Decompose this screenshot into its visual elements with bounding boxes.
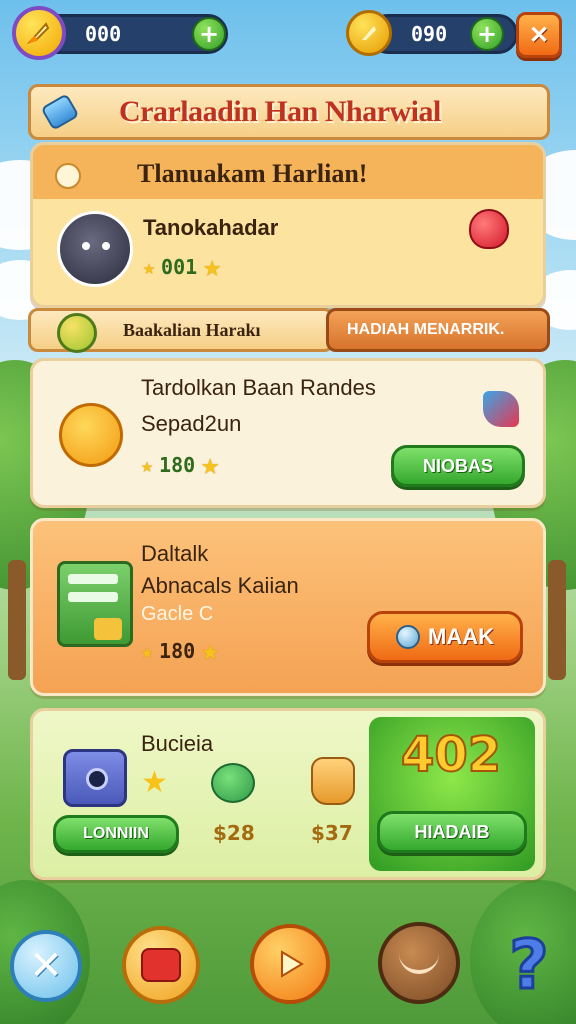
mission-title: Tardolkan Baan Randes: [141, 375, 376, 400]
star-icon: ★: [203, 249, 222, 284]
shop-price-2: $37: [311, 821, 353, 845]
close-icon: ✕: [29, 943, 63, 989]
task-item-name: Tanokahadar: [143, 215, 279, 240]
ticket-book-icon: [57, 561, 133, 647]
star-icon: ★: [141, 452, 154, 477]
help-button[interactable]: ?: [494, 924, 564, 1006]
main-title-banner: Crarlaadin Han Nharwial: [28, 84, 550, 140]
mission-button-label: NIOBAS: [422, 455, 493, 476]
mission-button[interactable]: NIOBAS: [391, 445, 525, 487]
help-icon: ?: [508, 924, 550, 1006]
shop-feature-panel: 402 HIADAIB: [369, 717, 535, 871]
camera-button[interactable]: [122, 926, 200, 1004]
add-currency-right-button[interactable]: +: [470, 17, 504, 51]
mission-points: ★ 180 ★: [141, 447, 219, 482]
shop-left-button-label: LONNIIN: [83, 825, 149, 842]
daily-points: ★ 180 ★: [141, 633, 219, 668]
page-title: Crarlaadin Han Nharwial: [119, 95, 441, 128]
coin-icon: [57, 313, 97, 353]
task-points: ★ 001 ★: [143, 249, 221, 284]
face-icon: [399, 952, 439, 974]
daily-title: Daltalk: [141, 541, 209, 566]
plus-icon: +: [476, 20, 498, 48]
shop-card: Bucieia ★ LONNIIN $28 $37 402 HIADAIB: [30, 708, 546, 880]
mission-subtitle: Sepad2un: [141, 411, 242, 436]
task-header: Tlanuakam Harlian!: [137, 159, 368, 188]
add-currency-left-button[interactable]: +: [192, 17, 226, 51]
star-icon: ★: [141, 765, 168, 800]
shop-title: Bucieia: [141, 731, 214, 756]
paint-icon: [483, 391, 519, 427]
shop-right-button-label: HIADAIB: [414, 821, 490, 842]
tab-rewards-right[interactable]: HADIAH MENARRIK.: [326, 308, 550, 352]
close-icon: ✕: [528, 21, 550, 49]
shop-price-1: $28: [213, 821, 255, 845]
daily-points-value: 180: [159, 638, 196, 663]
close-button[interactable]: ✕: [10, 930, 82, 1002]
camera-icon: [63, 749, 127, 807]
mission-points-value: 180: [159, 452, 196, 477]
creature-icon: [211, 763, 255, 803]
tab-rewards-left[interactable]: Baakalian Harakı: [28, 308, 334, 353]
strawberry-icon: [469, 209, 509, 249]
daily-button-label: MAAK: [428, 624, 494, 649]
daily-button[interactable]: MAAK: [367, 611, 523, 663]
clock-icon: [55, 163, 81, 189]
camera-icon: [141, 948, 181, 982]
star-icon: ★: [143, 254, 156, 279]
plus-icon: +: [198, 20, 220, 48]
honey-pot-icon: [311, 757, 355, 805]
currency-left-value: 000: [85, 22, 122, 46]
task-points-value: 001: [161, 254, 198, 279]
daily-card: Daltalk Abnacals Kaiian Gacle C ★ 180 ★ …: [30, 518, 546, 696]
star-icon: ★: [201, 633, 220, 668]
tab-left-label: Baakalian Harakı: [123, 319, 261, 340]
play-button[interactable]: [250, 924, 330, 1004]
gem-icon: [396, 625, 420, 649]
shop-big-number: 402: [400, 726, 502, 784]
mission-card: Tardolkan Baan Randes Sepad2un ★ 180 ★ N…: [30, 358, 546, 508]
character-avatar: [57, 211, 133, 287]
shop-right-button[interactable]: HIADAIB: [377, 811, 527, 853]
coin-icon: [346, 10, 392, 56]
daily-extra: Gacle C: [141, 603, 214, 625]
sun-character-icon: [59, 403, 123, 467]
pencil-icon: [40, 93, 80, 131]
play-icon: [281, 950, 304, 978]
shop-left-button[interactable]: LONNIIN: [53, 815, 179, 853]
task-card: Tlanuakam Harlian! Tanokahadar ★ 001 ★: [30, 142, 546, 308]
boost-icon: [12, 6, 66, 60]
character-button[interactable]: [378, 922, 460, 1004]
star-icon: ★: [201, 447, 220, 482]
currency-right-value: 090: [411, 22, 448, 46]
star-icon: ★: [141, 638, 154, 663]
daily-subtitle: Abnacals Kaiian: [141, 573, 299, 598]
tab-right-label: HADIAH MENARRIK.: [347, 321, 505, 338]
close-top-button[interactable]: ✕: [516, 12, 562, 58]
